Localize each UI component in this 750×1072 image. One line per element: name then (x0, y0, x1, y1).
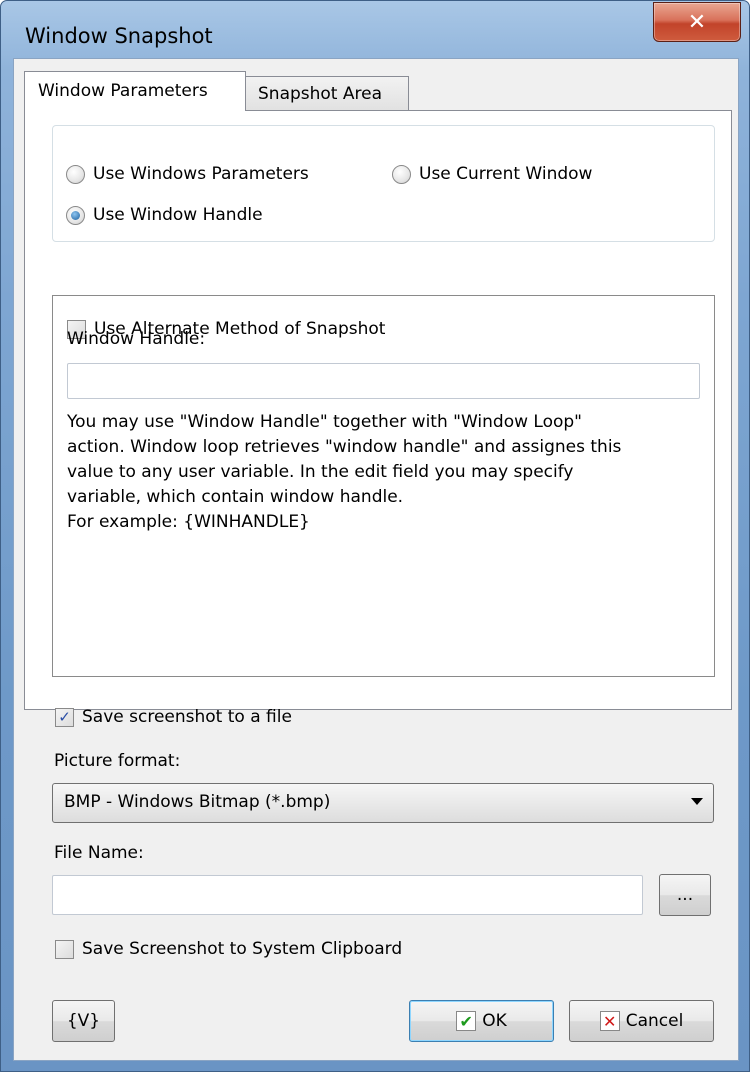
ok-label: OK (482, 1011, 507, 1031)
tab-label: Window Parameters (38, 81, 208, 101)
window-handle-label: Window Handle: (67, 329, 206, 349)
picture-format-value: BMP - Windows Bitmap (*.bmp) (64, 792, 331, 812)
close-button[interactable]: ✕ (653, 2, 741, 42)
window-parameters-panel: Use Windows Parameters Use Current Windo… (24, 110, 732, 710)
cancel-button[interactable]: ✕ Cancel (569, 1000, 714, 1042)
picture-format-label: Picture format: (54, 751, 181, 771)
radio-button[interactable] (66, 164, 85, 184)
window-title: Window Snapshot (25, 24, 213, 48)
variables-label: {V} (66, 1011, 101, 1031)
cancel-label: Cancel (625, 1011, 684, 1031)
chevron-down-icon (691, 798, 703, 805)
tab-snapshot-area[interactable]: Snapshot Area (245, 76, 409, 111)
window-handle-help-text: You may use "Window Handle" together wit… (67, 412, 622, 532)
radio-button[interactable] (392, 164, 411, 184)
dialog-client-area: Window Parameters Snapshot Area Use Wind… (13, 58, 739, 1061)
file-name-label: File Name: (54, 843, 144, 863)
file-name-input[interactable] (52, 875, 643, 915)
window-handle-group: Window Handle: You may use "Window Handl… (52, 295, 715, 677)
variables-button[interactable]: {V} (52, 1000, 115, 1042)
ok-button[interactable]: ✔ OK (409, 1000, 554, 1042)
radio-label: Use Current Window (419, 164, 593, 184)
radio-label: Use Window Handle (93, 205, 263, 225)
radio-use-current-window[interactable]: Use Current Window (392, 164, 592, 184)
cancel-icon: ✕ (599, 1011, 620, 1031)
window-handle-input[interactable] (67, 363, 700, 399)
radio-label: Use Windows Parameters (93, 164, 309, 184)
save-to-clipboard-checkbox[interactable]: Save Screenshot to System Clipboard (55, 939, 402, 959)
window-mode-group: Use Windows Parameters Use Current Windo… (52, 125, 715, 242)
radio-use-window-handle[interactable]: Use Window Handle (66, 205, 263, 225)
tab-label: Snapshot Area (258, 84, 382, 104)
picture-format-select[interactable]: BMP - Windows Bitmap (*.bmp) (52, 783, 714, 823)
browse-button[interactable]: ... (659, 874, 711, 916)
close-icon: ✕ (687, 9, 707, 35)
checkbox-label: Save Screenshot to System Clipboard (82, 939, 403, 959)
browse-label: ... (676, 885, 694, 905)
save-to-file-checkbox[interactable]: ✓ Save screenshot to a file (55, 707, 292, 727)
checkbox-label: Save screenshot to a file (82, 707, 292, 727)
checkmark-icon: ✔ (456, 1011, 477, 1031)
radio-use-windows-parameters[interactable]: Use Windows Parameters (66, 164, 309, 184)
tab-window-parameters[interactable]: Window Parameters (24, 71, 246, 111)
checkbox[interactable] (55, 939, 74, 959)
dialog-window: Window Snapshot ✕ Window Parameters Snap… (0, 0, 750, 1072)
radio-button[interactable] (66, 205, 85, 225)
checkbox-checked[interactable]: ✓ (55, 707, 74, 727)
